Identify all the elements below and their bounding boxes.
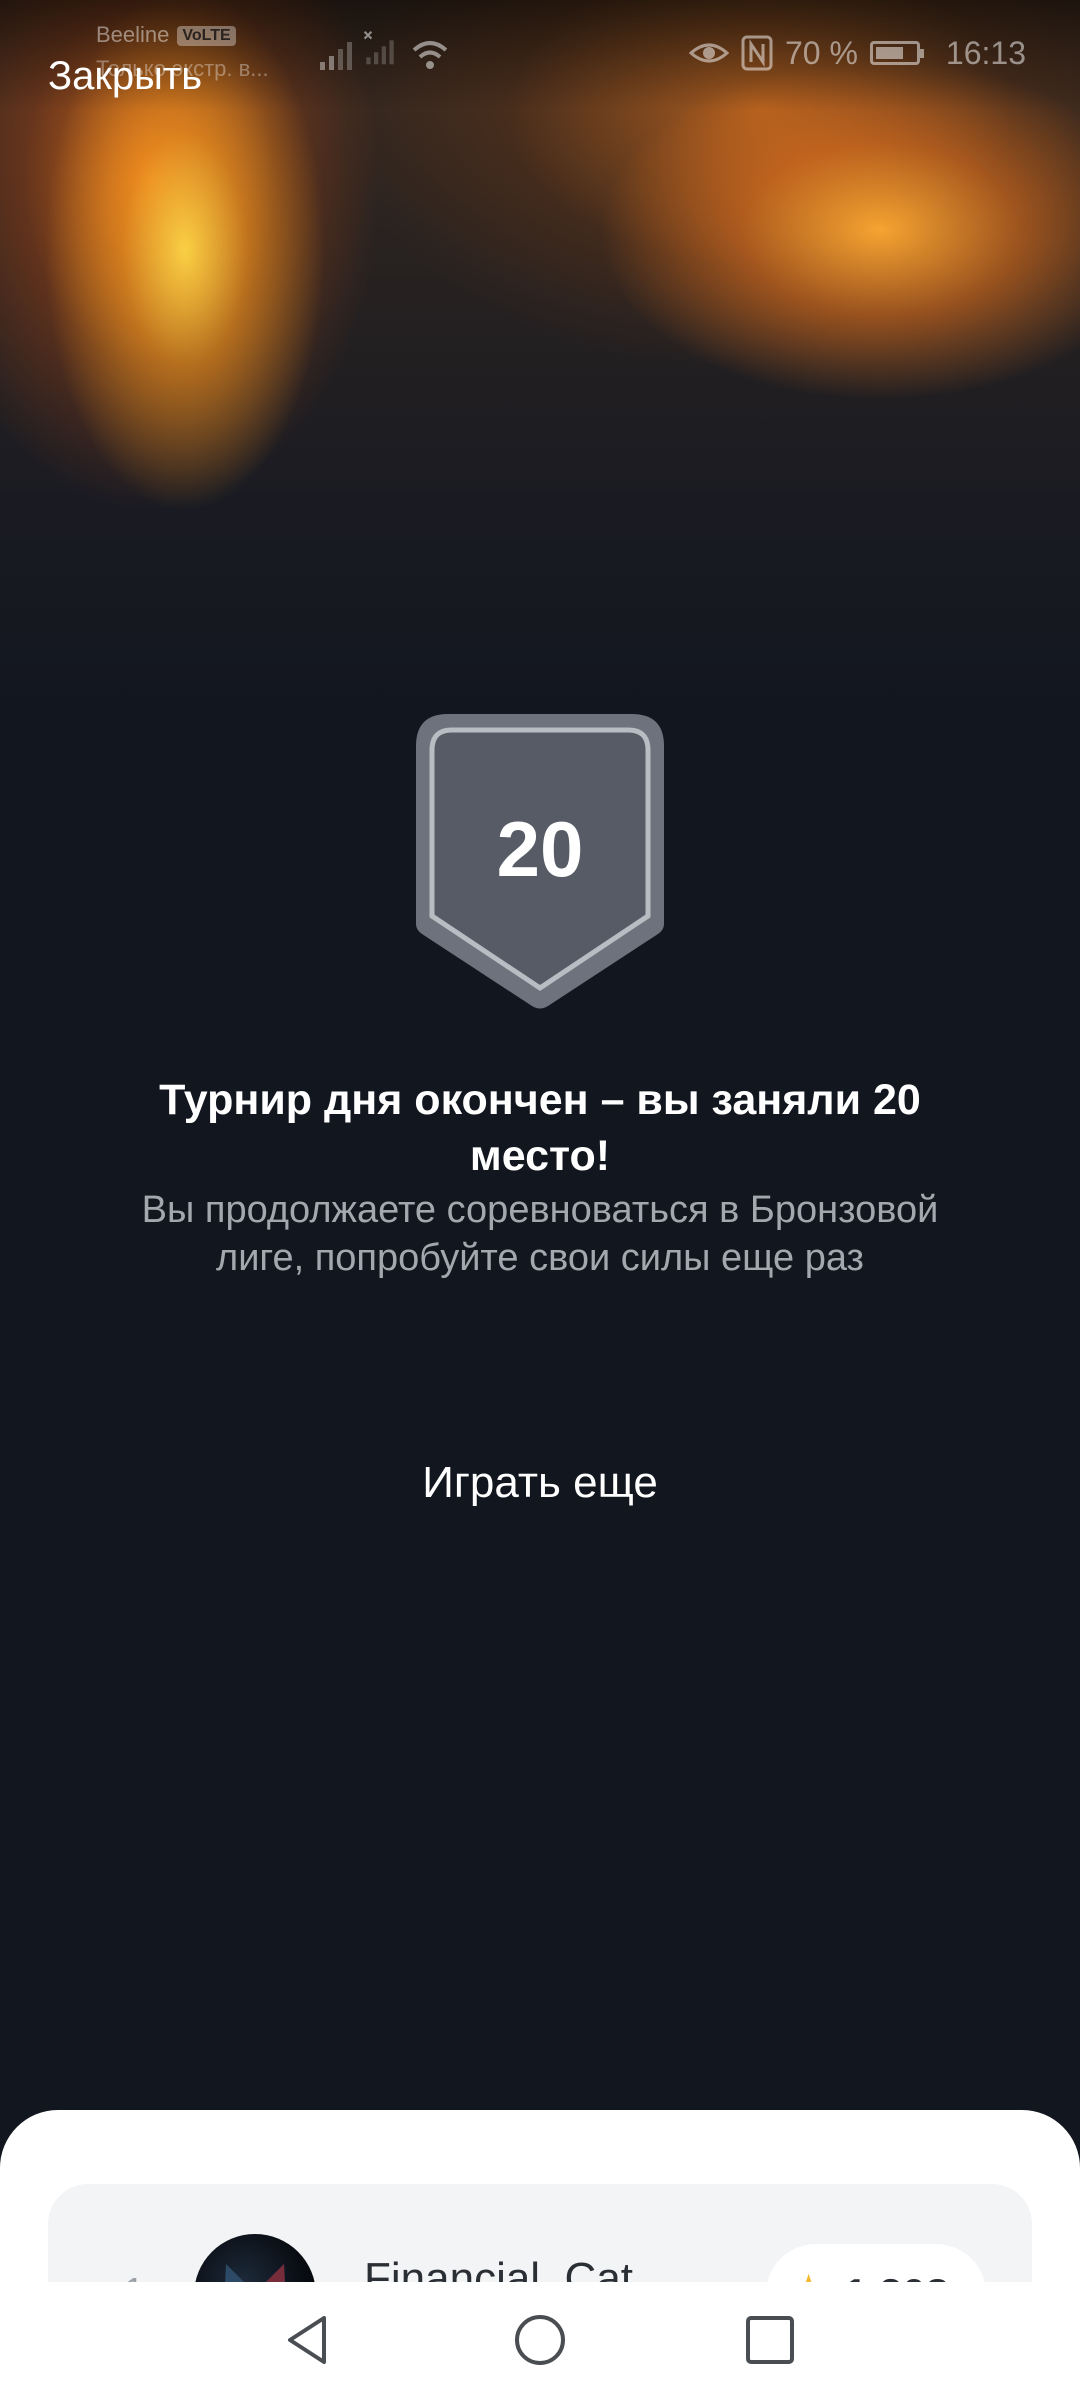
- clock: 16:13: [945, 34, 1026, 71]
- carrier-name: Beeline VoLTE: [96, 22, 236, 48]
- status-right: 70 % 16:13: [688, 28, 1026, 78]
- system-nav-bar: [0, 2282, 1080, 2400]
- result-title: Турнир дня окончен – вы заняли 20 место!: [159, 1076, 921, 1180]
- play-again-button[interactable]: Играть еще: [340, 1458, 740, 1508]
- place-badge: 20: [414, 712, 666, 1012]
- place-number: 20: [496, 805, 584, 893]
- wifi-icon: [412, 41, 448, 69]
- volte-badge: VoLTE: [177, 26, 236, 46]
- result-subtitle: Вы продолжаете соревноваться в Бронзовой…: [141, 1189, 939, 1279]
- battery-icon: [869, 41, 924, 65]
- nfc-icon: [741, 35, 773, 71]
- recents-square-icon[interactable]: [740, 2310, 800, 2370]
- eye-icon: [688, 43, 729, 63]
- battery-percent: 70 %: [784, 34, 858, 71]
- signal-icon: [320, 42, 352, 70]
- background-glow: [0, 0, 1080, 720]
- carrier-label: Beeline: [96, 22, 170, 47]
- close-button[interactable]: Закрыть: [48, 54, 202, 99]
- back-triangle-icon[interactable]: [278, 2310, 338, 2370]
- tournament-result-screen: Beeline VoLTE Только экстр. в... 70 % 16…: [0, 0, 1080, 2400]
- home-circle-icon[interactable]: [510, 2310, 570, 2370]
- signal-no-service-icon: [363, 30, 394, 65]
